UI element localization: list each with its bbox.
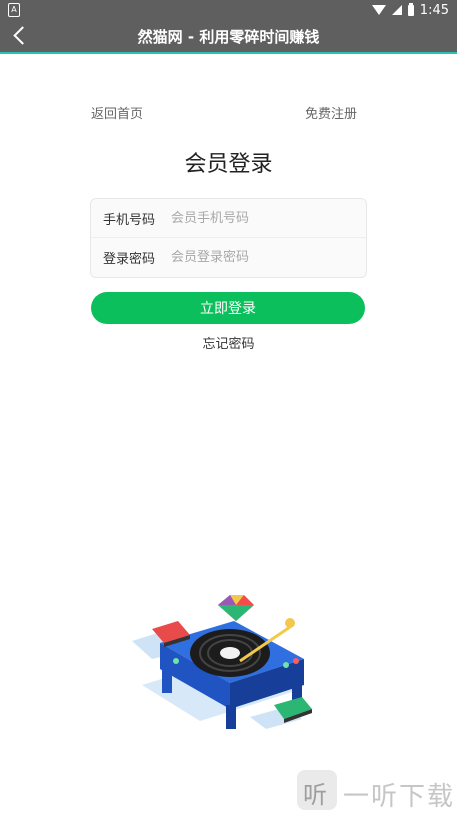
- password-row: 登录密码: [91, 237, 366, 276]
- watermark-badge-glyph: 听: [303, 781, 327, 809]
- app-bar-title: 然猫网 - 利用零碎时间赚钱: [137, 28, 320, 46]
- register-link[interactable]: 免费注册: [305, 103, 357, 122]
- page-title: 会员登录: [184, 152, 273, 177]
- turntable-illustration-svg: [132, 595, 312, 729]
- forgot-password-link[interactable]: 忘记密码: [0, 333, 457, 352]
- status-icons: 1:45: [371, 2, 449, 18]
- password-input[interactable]: [171, 247, 351, 267]
- app-bar: 然猫网 - 利用零碎时间赚钱: [0, 20, 457, 54]
- status-bar: A 1:45: [0, 0, 457, 20]
- watermark: 听 一听下载: [297, 770, 457, 812]
- watermark-text: 一听下载: [343, 782, 456, 812]
- phone-row: 手机号码: [91, 199, 366, 237]
- phone-label: 手机号码: [103, 213, 156, 228]
- a-box-icon: A: [8, 3, 20, 17]
- turntable-illustration: [126, 593, 316, 743]
- top-links: 返回首页 免费注册: [91, 103, 357, 122]
- back-home-link[interactable]: 返回首页: [91, 103, 143, 122]
- login-button[interactable]: 立即登录: [91, 292, 365, 324]
- phone-input[interactable]: [171, 208, 351, 228]
- watermark-badge-icon: 听: [297, 770, 337, 810]
- status-time: 1:45: [419, 2, 449, 18]
- password-label: 登录密码: [103, 252, 156, 267]
- signal-icon: [391, 5, 402, 15]
- login-form: 手机号码 登录密码: [90, 198, 367, 278]
- battery-icon: [407, 2, 414, 16]
- wifi-icon: [371, 5, 386, 15]
